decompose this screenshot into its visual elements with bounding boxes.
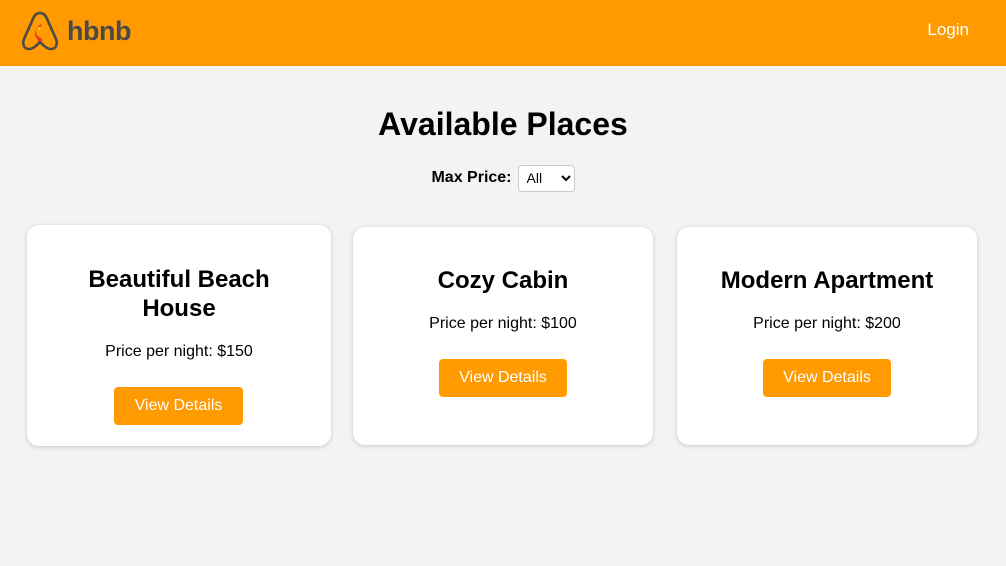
view-details-button[interactable]: View Details — [439, 359, 567, 397]
max-price-select[interactable]: All — [517, 164, 575, 192]
place-price: Price per night: $150 — [105, 343, 253, 360]
login-link[interactable]: Login — [927, 20, 969, 40]
brand-logo[interactable]: hbnb — [21, 11, 131, 51]
logo-text: hbnb — [67, 16, 131, 46]
place-title: Beautiful Beach House — [88, 266, 270, 322]
place-card: Cozy Cabin Price per night: $100 View De… — [353, 227, 653, 445]
logo-icon — [21, 11, 59, 51]
place-price: Price per night: $200 — [753, 315, 901, 332]
max-price-label: Max Price: — [431, 169, 512, 186]
view-details-button[interactable]: View Details — [114, 387, 243, 425]
price-filter: Max Price: All — [0, 164, 1006, 192]
place-card: Beautiful Beach House Price per night: $… — [27, 225, 331, 446]
place-card: Modern Apartment Price per night: $200 V… — [677, 227, 977, 445]
place-title: Modern Apartment — [720, 267, 934, 294]
view-details-button[interactable]: View Details — [763, 359, 891, 397]
place-price: Price per night: $100 — [429, 315, 577, 332]
top-bar: hbnb Login — [0, 0, 1006, 66]
place-title: Cozy Cabin — [437, 267, 569, 294]
page-title: Available Places — [378, 106, 628, 142]
